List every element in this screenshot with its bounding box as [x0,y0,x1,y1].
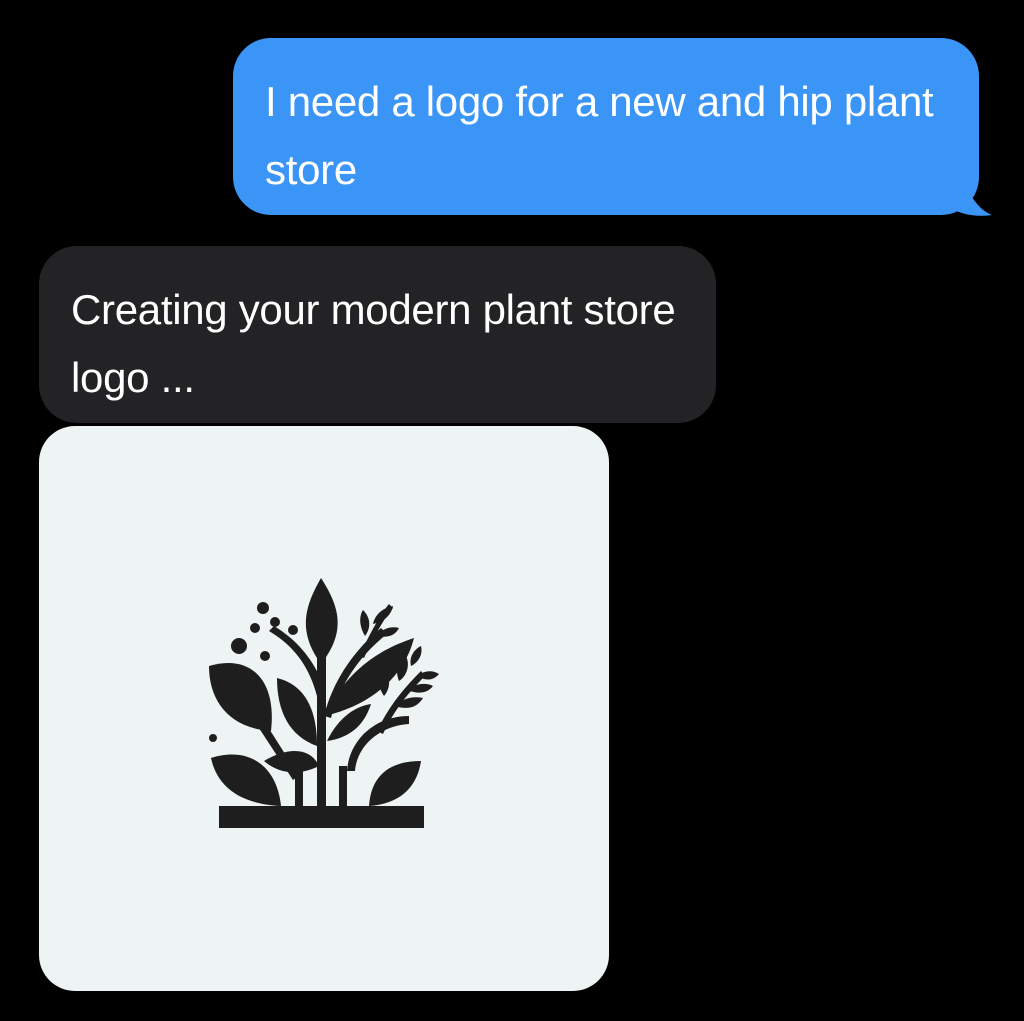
plant-logo-icon [209,578,439,828]
incoming-message-text: Creating your modern plant store logo ..… [71,286,676,401]
outgoing-bubble-tail [940,170,992,216]
incoming-message-bubble[interactable]: Creating your modern plant store logo ..… [39,246,716,423]
generated-image-attachment[interactable] [39,426,609,991]
outgoing-message-bubble[interactable]: I need a logo for a new and hip plant st… [233,38,979,215]
outgoing-message-text: I need a logo for a new and hip plant st… [265,78,934,193]
